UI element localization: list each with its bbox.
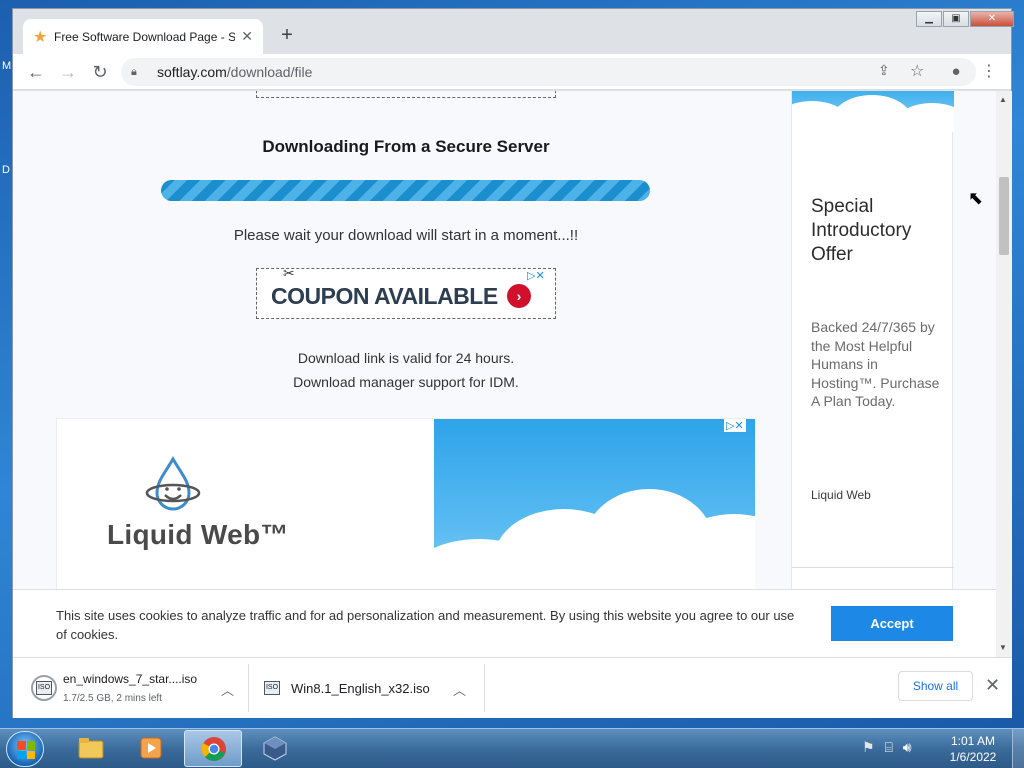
back-icon[interactable]: ← — [25, 61, 47, 83]
download-item[interactable]: ISO en_windows_7_star....iso 1.7/2.5 GB,… — [25, 664, 249, 712]
taskbar-virtualbox[interactable] — [246, 730, 304, 767]
wait-text: Please wait your download will start in … — [233, 227, 579, 244]
scroll-up-icon[interactable]: ▲ — [999, 95, 1007, 104]
top-ad-box[interactable] — [256, 91, 556, 98]
download-filename: en_windows_7_star....iso — [63, 672, 198, 686]
network-icon[interactable]: ⌸ — [884, 739, 892, 755]
scissors-icon: ✂ — [283, 265, 295, 281]
mouse-cursor-icon: ⬉ — [968, 188, 984, 208]
valid-hours-text: Download link is valid for 24 hours. — [297, 350, 515, 366]
cookie-text: This site uses cookies to analyze traffi… — [56, 608, 795, 642]
star-icon: ★ — [33, 28, 48, 46]
sidebar-ad-title: Special Introductory Offer — [811, 196, 912, 265]
reload-icon[interactable]: ↻ — [89, 61, 111, 83]
maximize-button[interactable]: ▣ — [943, 11, 969, 27]
download-status: 1.7/2.5 GB, 2 mins left — [63, 693, 162, 704]
desktop-letter-m: M — [2, 60, 12, 72]
download-progress-bar — [161, 180, 650, 201]
volume-icon[interactable]: 🔊︎ — [903, 739, 912, 755]
virtualbox-icon — [263, 736, 287, 761]
media-player-icon — [140, 737, 162, 759]
taskbar-chrome[interactable] — [184, 730, 242, 767]
tab-title: Free Software Download Page - S — [53, 29, 236, 44]
page-viewport: Downloading From a Secure Server Please … — [13, 91, 996, 657]
chevron-up-icon[interactable]: ︿ — [453, 680, 466, 699]
sidebar-ad-brand: Liquid Web — [811, 488, 871, 502]
iso-file-icon: ISO — [31, 675, 57, 701]
sidebar-divider — [792, 567, 954, 568]
coupon-ad[interactable]: ✂ COUPON AVAILABLE › ▷✕ — [256, 265, 556, 319]
profile-icon[interactable]: ● — [945, 61, 967, 83]
coupon-arrow-icon[interactable]: › — [507, 284, 531, 308]
folder-icon — [78, 738, 104, 759]
download-filename: Win8.1_English_x32.iso — [291, 681, 430, 696]
main-column: Downloading From a Secure Server Please … — [13, 91, 791, 657]
cookie-banner: This site uses cookies to analyze traffi… — [13, 589, 996, 657]
show-all-button[interactable]: Show all — [898, 671, 973, 701]
system-tray[interactable]: ⚑ ⌸ 🔊︎ — [862, 739, 912, 756]
page-scrollbar[interactable]: ▲ ▼ — [996, 91, 1012, 657]
taskbar: ⚑ ⌸ 🔊︎ 1:01 AM 1/6/2022 — [0, 728, 1024, 768]
window-controls: ▁ ▣ ✕ — [915, 11, 1014, 27]
adchoices-icon[interactable]: ▷✕ — [724, 419, 746, 432]
liquid-web-banner-ad[interactable]: Liquid Web™ ▷✕ — [56, 418, 755, 609]
idm-support-text: Download manager support for IDM. — [293, 374, 519, 390]
page-heading: Downloading From a Secure Server — [262, 137, 550, 156]
browser-window: ★ Free Software Download Page - S ✕ + ▁ … — [12, 8, 1014, 718]
window-close-button[interactable]: ✕ — [970, 11, 1014, 27]
tab-active[interactable]: ★ Free Software Download Page - S ✕ — [23, 19, 263, 54]
share-icon[interactable]: ⇪ — [878, 62, 890, 79]
url-host: softlay.com — [157, 64, 227, 80]
download-item[interactable]: ISO Win8.1_English_x32.iso ︿ — [253, 664, 485, 712]
toolbar: ← → ↻ 🔒︎ softlay.com/download/file ⇪ ☆ ●… — [13, 54, 1011, 90]
scroll-thumb[interactable] — [999, 177, 1009, 255]
close-icon[interactable]: ✕ — [985, 675, 1000, 696]
ad-brand-name: Liquid Web™ — [107, 519, 289, 550]
scroll-down-icon[interactable]: ▼ — [999, 643, 1007, 652]
windows-logo-icon — [17, 741, 35, 759]
desktop-letter-d: D — [2, 164, 10, 176]
show-desktop-button[interactable] — [1012, 729, 1024, 768]
liquid-web-logo-icon — [145, 455, 201, 511]
menu-icon[interactable]: ⋮ — [978, 61, 1000, 83]
adchoices-icon[interactable]: ▷✕ — [527, 269, 545, 282]
chevron-up-icon[interactable]: ︿ — [221, 680, 234, 699]
chrome-icon — [201, 737, 226, 761]
sidebar-sky-image — [792, 91, 954, 132]
clock-date: 1/6/2022 — [949, 750, 997, 764]
sidebar-ad-body: Backed 24/7/365 by the Most Helpful Huma… — [811, 319, 940, 409]
coupon-text: COUPON AVAILABLE — [271, 283, 498, 309]
accept-button[interactable]: Accept — [831, 606, 953, 641]
tab-strip: ★ Free Software Download Page - S ✕ + ▁ … — [13, 9, 1014, 54]
iso-file-icon: ISO — [259, 675, 285, 701]
taskbar-explorer[interactable] — [62, 730, 120, 767]
new-tab-button[interactable]: + — [275, 24, 299, 47]
sidebar-ad[interactable]: Special Introductory Offer Backed 24/7/3… — [791, 91, 954, 657]
tab-close-icon[interactable]: ✕ — [241, 28, 253, 45]
ad-sky-image: ▷✕ — [434, 419, 755, 609]
lock-icon: 🔒︎ — [131, 65, 137, 78]
url-path: /download/file — [226, 64, 313, 80]
minimize-button[interactable]: ▁ — [916, 11, 942, 27]
address-bar[interactable]: 🔒︎ softlay.com/download/file ⇪ ☆ — [121, 58, 976, 86]
taskbar-clock[interactable]: 1:01 AM 1/6/2022 — [940, 733, 1006, 765]
download-shelf: ISO en_windows_7_star....iso 1.7/2.5 GB,… — [13, 657, 1012, 718]
action-center-flag-icon[interactable]: ⚑ — [862, 739, 875, 755]
clock-time: 1:01 AM — [950, 734, 996, 748]
forward-icon[interactable]: → — [57, 61, 79, 83]
bookmark-star-icon[interactable]: ☆ — [910, 61, 924, 81]
taskbar-media-player[interactable] — [122, 730, 180, 767]
start-button[interactable] — [6, 731, 44, 767]
